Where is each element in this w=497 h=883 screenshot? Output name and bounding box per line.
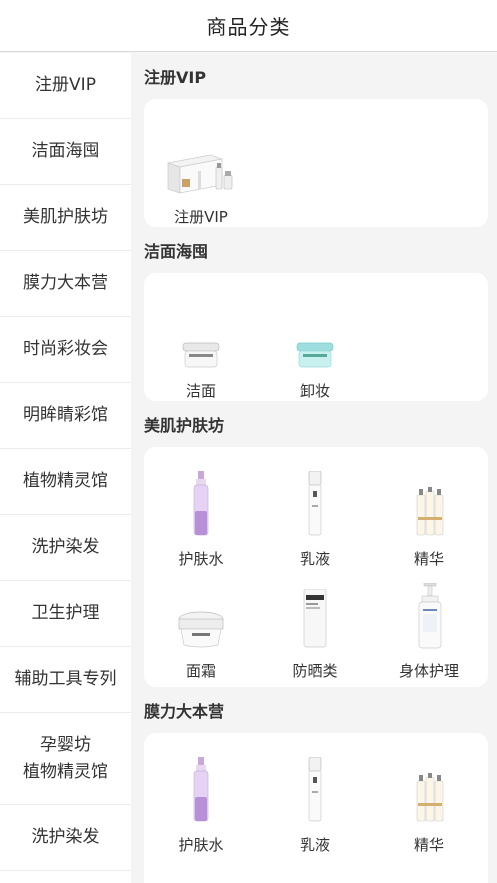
sidebar-item-label: 美肌护肤坊 xyxy=(23,207,108,227)
sunscreen-tube-icon xyxy=(300,583,330,649)
product-name: 卸妆 xyxy=(299,382,330,400)
product-item[interactable]: 乳液 xyxy=(258,745,372,857)
sidebar-item-label: 注册VIP xyxy=(35,75,96,95)
section-title: 注册VIP xyxy=(144,68,207,87)
product-item[interactable]: 精华 xyxy=(372,459,486,571)
product-item[interactable]: 注册VIP xyxy=(144,117,258,229)
product-name: 身体护理 xyxy=(398,662,459,680)
cream-jar-icon xyxy=(176,583,226,649)
product-item[interactable]: 洁面 xyxy=(144,291,258,403)
sidebar-item-tools[interactable]: 辅助工具专列 xyxy=(0,647,131,713)
sidebar-item-label: 膜力大本营 xyxy=(23,273,108,293)
sidebar-item-haircare-2[interactable]: 洗护染发 xyxy=(0,805,131,871)
sidebar-item-label: 卫生护理 xyxy=(31,603,100,623)
product-item[interactable]: 防晒类 xyxy=(258,571,372,683)
cleanser-jar-icon xyxy=(181,303,221,369)
sidebar-item-label: 洁面海囤 xyxy=(31,141,100,161)
product-card: 护肤水 乳液 xyxy=(144,447,488,687)
section-title: 洁面海囤 xyxy=(144,242,209,261)
product-card: 注册VIP xyxy=(144,99,488,227)
section-masks: 膜力大本营 护肤水 乳液 精华 xyxy=(131,687,497,883)
section-title: 膜力大本营 xyxy=(144,702,225,721)
sidebar-item-label-line2: 植物精灵馆 xyxy=(23,761,108,782)
page-title: 商品分类 xyxy=(206,15,291,39)
section-title: 美肌护肤坊 xyxy=(144,416,225,435)
sidebar-item-makeup[interactable]: 时尚彩妆会 xyxy=(0,317,131,383)
product-name: 乳液 xyxy=(299,836,330,854)
sidebar-item-plant[interactable]: 植物精灵馆 xyxy=(0,449,131,515)
product-item[interactable]: 乳液 xyxy=(258,459,372,571)
product-name: 精华 xyxy=(413,550,444,568)
sidebar-item-label: 孕婴坊 植物精灵馆 xyxy=(23,732,108,786)
product-name: 注册VIP xyxy=(174,208,228,226)
serum-bottles-icon xyxy=(414,757,444,823)
product-item[interactable]: 身体护理 xyxy=(372,571,486,683)
product-content: 注册VIP 注册VIP 洁面海囤 洁面 卸妆 美肌护肤坊 护肤水 乳液 精华 面… xyxy=(131,53,497,883)
toner-bottle-icon xyxy=(191,471,211,537)
sidebar-item-baby[interactable]: 孕婴坊 植物精灵馆 xyxy=(0,713,131,805)
sidebar-item-label: 洗护染发 xyxy=(31,537,100,557)
category-sidebar: 注册VIP 洁面海囤 美肌护肤坊 膜力大本营 时尚彩妆会 明眸睛彩馆 植物精灵馆… xyxy=(0,53,131,883)
product-card: 护肤水 乳液 xyxy=(144,733,488,883)
product-item[interactable]: 精华 xyxy=(372,745,486,857)
lotion-bottle-icon xyxy=(305,471,325,537)
product-name: 防晒类 xyxy=(292,662,338,680)
product-item[interactable]: 卸妆 xyxy=(258,291,372,403)
product-name: 乳液 xyxy=(299,550,330,568)
sidebar-item-label-line1: 孕婴坊 xyxy=(40,734,91,755)
toner-bottle-icon xyxy=(191,757,211,823)
product-item[interactable]: 护肤水 xyxy=(144,459,258,571)
sidebar-item-label: 明眸睛彩馆 xyxy=(23,405,108,425)
product-name: 护肤水 xyxy=(178,836,224,854)
product-item[interactable]: 面霜 xyxy=(144,571,258,683)
sidebar-item-eye[interactable]: 明眸睛彩馆 xyxy=(0,383,131,449)
sidebar-item-vip[interactable]: 注册VIP xyxy=(0,53,131,119)
sidebar-item-hygiene[interactable]: 卫生护理 xyxy=(0,581,131,647)
sidebar-item-label: 洗护染发 xyxy=(31,827,100,847)
product-name: 护肤水 xyxy=(178,550,224,568)
sidebar-item-skincare[interactable]: 美肌护肤坊 xyxy=(0,185,131,251)
section-cleansing: 洁面海囤 洁面 卸妆 xyxy=(131,227,497,401)
sidebar-item-label: 辅助工具专列 xyxy=(14,669,117,689)
sidebar-item-label: 时尚彩妆会 xyxy=(23,339,108,359)
remover-jar-icon xyxy=(295,303,335,369)
sidebar-item-label: 植物精灵馆 xyxy=(23,471,108,491)
section-skincare: 美肌护肤坊 护肤水 乳液 精华 面霜 防晒类 身体护理 xyxy=(131,401,497,687)
product-name: 精华 xyxy=(413,836,444,854)
sidebar-item-cleansing[interactable]: 洁面海囤 xyxy=(0,119,131,185)
pump-bottle-icon xyxy=(414,583,444,649)
product-name: 面霜 xyxy=(185,662,216,680)
sidebar-item-haircare[interactable]: 洗护染发 xyxy=(0,515,131,581)
sidebar-item-masks[interactable]: 膜力大本营 xyxy=(0,251,131,317)
top-bar: 商品分类 xyxy=(0,0,497,52)
product-card: 洁面 卸妆 xyxy=(144,273,488,401)
serum-bottles-icon xyxy=(414,471,444,537)
section-vip: 注册VIP 注册VIP xyxy=(131,53,497,227)
lotion-bottle-icon xyxy=(305,757,325,823)
product-name: 洁面 xyxy=(185,382,216,400)
gift-set-icon xyxy=(166,129,236,195)
product-item[interactable]: 护肤水 xyxy=(144,745,258,857)
